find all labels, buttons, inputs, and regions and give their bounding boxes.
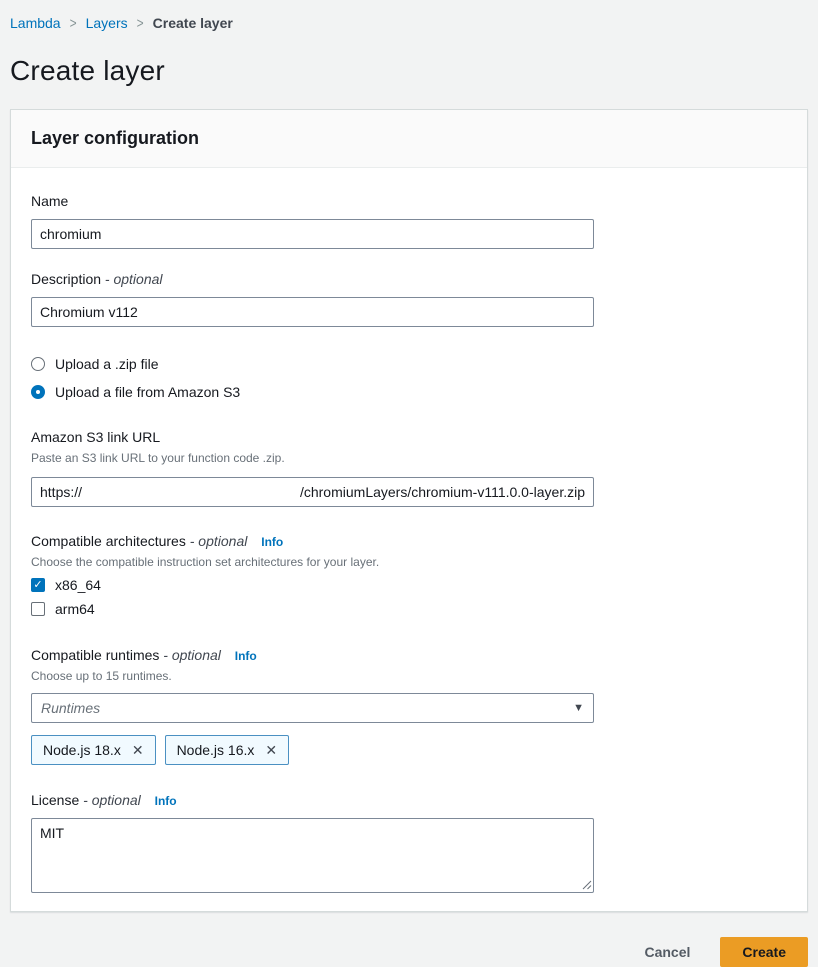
license-label: License - optional Info — [31, 792, 177, 808]
runtimes-info-link[interactable]: Info — [235, 649, 257, 663]
radio-unselected-icon[interactable] — [31, 357, 45, 371]
page-title: Create layer — [10, 55, 818, 87]
check-icon: ✓ — [33, 580, 42, 591]
runtimes-select[interactable]: Runtimes ▼ — [31, 693, 594, 723]
panel-header: Layer configuration — [11, 110, 807, 168]
runtime-tokens: Node.js 18.x ✕ Node.js 16.x ✕ — [31, 735, 787, 765]
description-label-text: Description — [31, 271, 101, 287]
description-input[interactable] — [31, 297, 594, 327]
resize-handle-icon[interactable] — [582, 880, 592, 890]
checkbox-unchecked-icon[interactable] — [31, 602, 45, 616]
breadcrumb-link-layers[interactable]: Layers — [86, 15, 128, 31]
architectures-help-text: Choose the compatible instruction set ar… — [31, 555, 787, 569]
breadcrumb: Lambda > Layers > Create layer — [0, 0, 818, 31]
name-label: Name — [31, 193, 68, 209]
s3-url-help-text: Paste an S3 link URL to your function co… — [31, 451, 787, 465]
close-icon[interactable]: ✕ — [265, 743, 277, 757]
description-optional-text: - optional — [105, 271, 163, 287]
runtime-token-label: Node.js 16.x — [177, 742, 255, 758]
x86-64-checkbox-row[interactable]: ✓ x86_64 — [31, 577, 787, 593]
architectures-label-text: Compatible architectures — [31, 533, 186, 549]
architectures-info-link[interactable]: Info — [261, 535, 283, 549]
architectures-label: Compatible architectures - optional Info — [31, 533, 283, 549]
name-input[interactable] — [31, 219, 594, 249]
license-textarea-wrap: MIT — [31, 818, 594, 893]
breadcrumb-current-page: Create layer — [153, 15, 233, 31]
breadcrumb-separator-icon: > — [70, 14, 77, 32]
description-field: Description - optional — [31, 271, 787, 327]
upload-zip-radio-option[interactable]: Upload a .zip file — [31, 356, 787, 372]
runtime-token-nodejs-18: Node.js 18.x ✕ — [31, 735, 156, 765]
layer-configuration-panel: Layer configuration Name Description - o… — [10, 109, 808, 912]
runtimes-optional-text: - optional — [163, 647, 221, 663]
architectures-field: Compatible architectures - optional Info… — [31, 533, 787, 617]
license-field: License - optional Info MIT — [31, 792, 787, 893]
runtimes-label-text: Compatible runtimes — [31, 647, 159, 663]
runtimes-field: Compatible runtimes - optional Info Choo… — [31, 647, 787, 765]
breadcrumb-link-lambda[interactable]: Lambda — [10, 15, 61, 31]
footer-actions: Cancel Create — [10, 937, 808, 967]
arm64-checkbox-label: arm64 — [55, 601, 95, 617]
license-label-text: License — [31, 792, 79, 808]
runtimes-help-text: Choose up to 15 runtimes. — [31, 669, 787, 683]
arm64-checkbox-row[interactable]: arm64 — [31, 601, 787, 617]
checkbox-checked-icon[interactable]: ✓ — [31, 578, 45, 592]
upload-zip-radio-label: Upload a .zip file — [55, 356, 159, 372]
runtime-token-nodejs-16: Node.js 16.x ✕ — [165, 735, 290, 765]
description-label: Description - optional — [31, 271, 163, 287]
runtimes-select-placeholder: Runtimes — [41, 700, 100, 716]
license-info-link[interactable]: Info — [155, 794, 177, 808]
license-textarea[interactable]: MIT — [31, 818, 594, 893]
license-optional-text: - optional — [83, 792, 141, 808]
upload-source-radio-group: Upload a .zip file Upload a file from Am… — [31, 356, 787, 400]
upload-s3-radio-option[interactable]: Upload a file from Amazon S3 — [31, 384, 787, 400]
create-button[interactable]: Create — [720, 937, 808, 967]
x86-64-checkbox-label: x86_64 — [55, 577, 101, 593]
radio-selected-icon[interactable] — [31, 385, 45, 399]
s3-url-field: Amazon S3 link URL Paste an S3 link URL … — [31, 429, 787, 507]
runtime-token-label: Node.js 18.x — [43, 742, 121, 758]
s3-url-label: Amazon S3 link URL — [31, 429, 160, 445]
s3-url-path-text: /chromiumLayers/chromium-v111.0.0-layer.… — [300, 484, 585, 500]
runtimes-label: Compatible runtimes - optional Info — [31, 647, 257, 663]
breadcrumb-separator-icon: > — [137, 14, 144, 32]
upload-s3-radio-label: Upload a file from Amazon S3 — [55, 384, 240, 400]
architectures-optional-text: - optional — [190, 533, 248, 549]
s3-url-prefix-text: https:// — [40, 484, 82, 500]
panel-title: Layer configuration — [31, 128, 787, 149]
close-icon[interactable]: ✕ — [132, 743, 144, 757]
name-field: Name — [31, 193, 787, 249]
s3-url-input[interactable]: https:// /chromiumLayers/chromium-v111.0… — [31, 477, 594, 507]
caret-down-icon: ▼ — [573, 702, 584, 714]
panel-body: Name Description - optional Upload a .zi… — [11, 168, 807, 911]
cancel-button[interactable]: Cancel — [644, 944, 690, 960]
